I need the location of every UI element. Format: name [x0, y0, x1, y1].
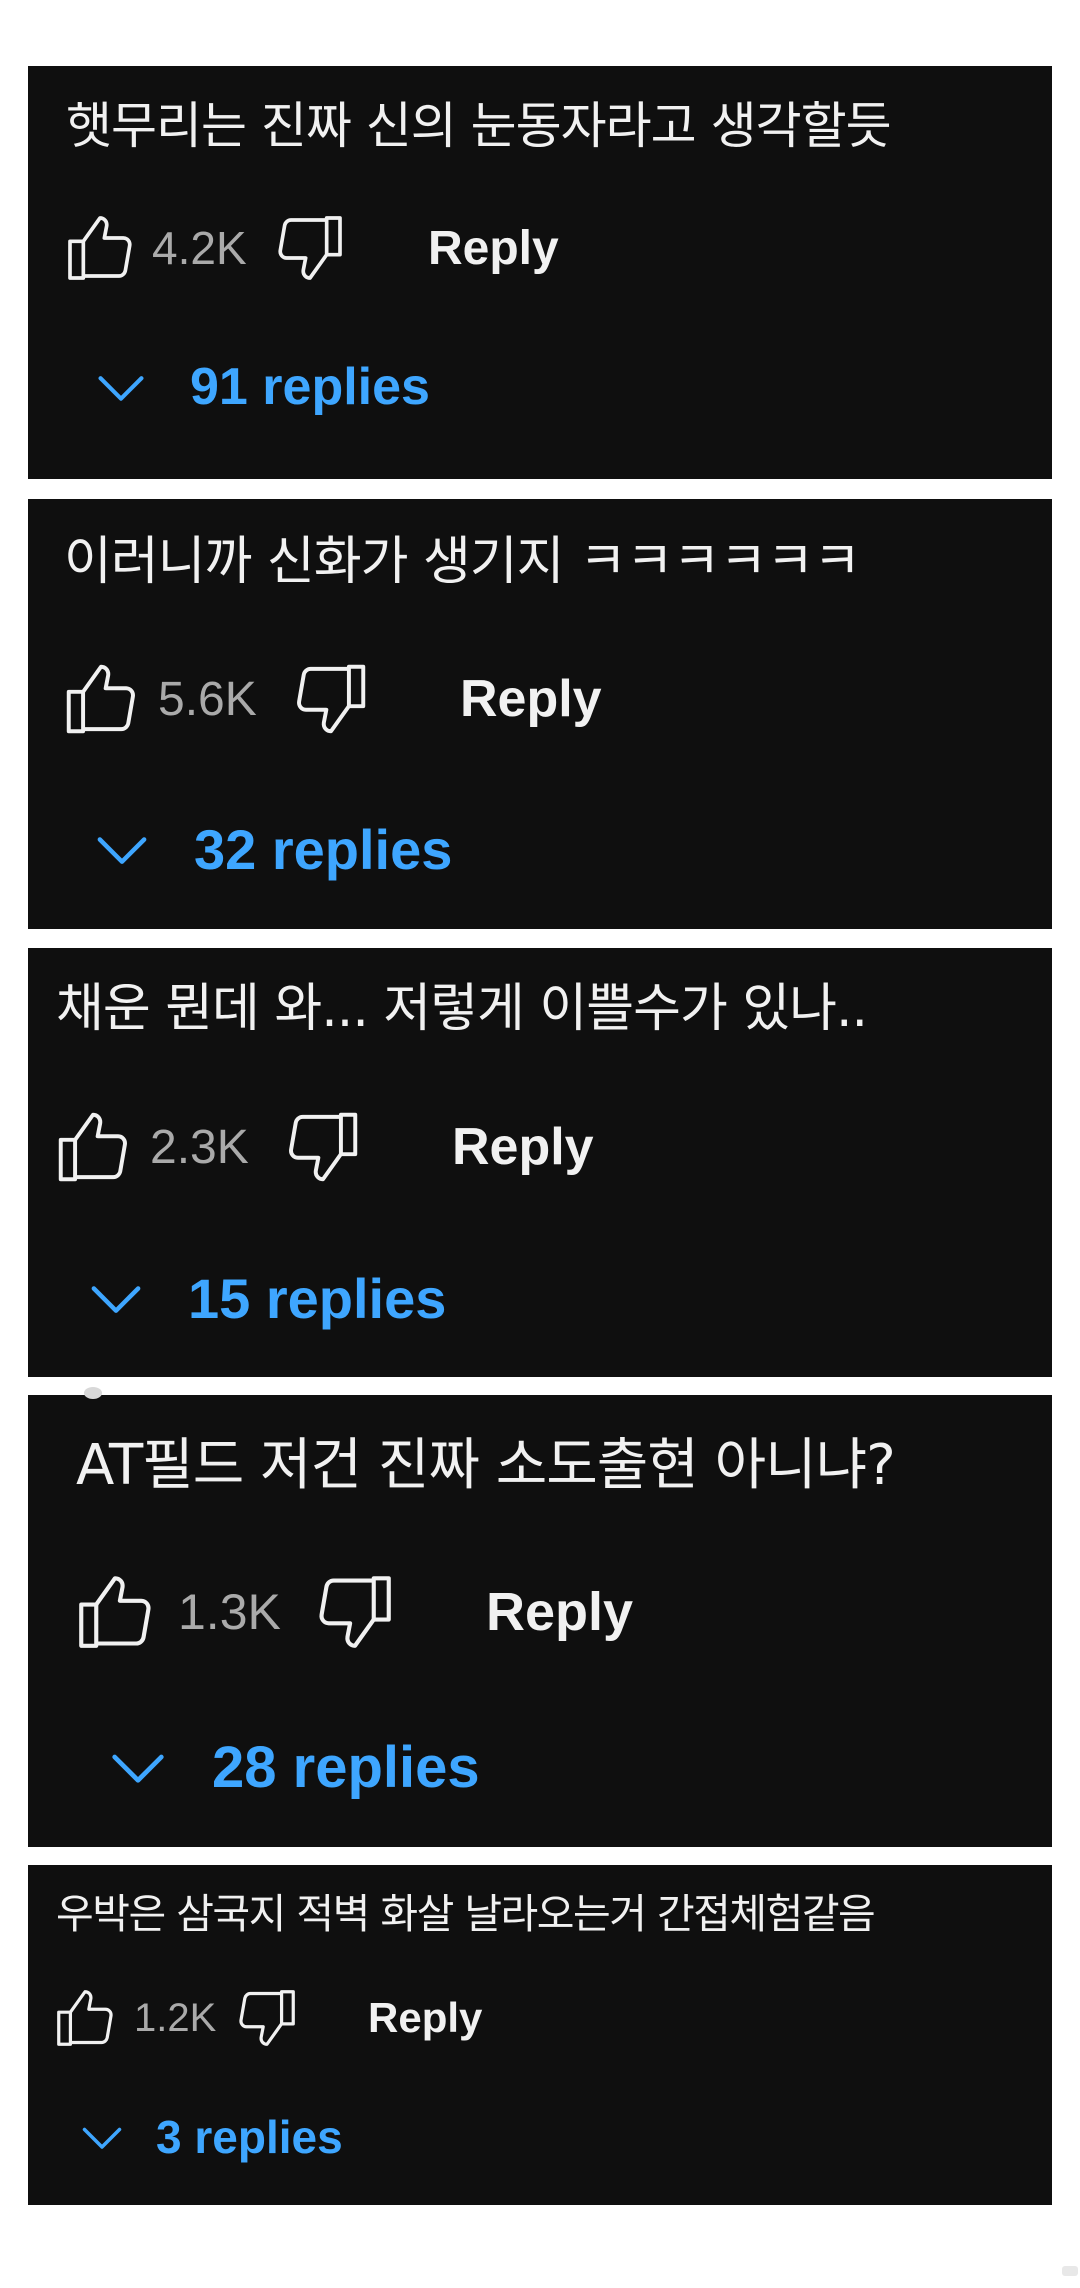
- view-replies-button[interactable]: 3 replies: [72, 2107, 343, 2167]
- chevron-down-icon: [98, 1727, 178, 1807]
- like-count: 5.6K: [158, 672, 257, 726]
- comment-actions: 4.2K Reply: [60, 208, 559, 288]
- reply-button[interactable]: Reply: [486, 1581, 633, 1643]
- comment-card: 우박은 삼국지 적벽 화살 날라오는거 간접체험같음 1.2K Reply 3 …: [28, 1865, 1052, 2205]
- reply-button[interactable]: Reply: [428, 221, 559, 276]
- reply-button[interactable]: Reply: [368, 1994, 482, 2042]
- comment-card: 채운 뭔데 와... 저렇게 이쁠수가 있나.. 2.3K Reply 15 r…: [28, 948, 1052, 1377]
- replies-count-label: 3 replies: [156, 2111, 343, 2163]
- thumbs-up-icon[interactable]: [70, 1567, 160, 1657]
- like-count: 4.2K: [152, 222, 247, 274]
- comment-actions: 5.6K Reply: [58, 656, 602, 742]
- replies-count-label: 15 replies: [188, 1266, 447, 1330]
- view-replies-button[interactable]: 32 replies: [84, 811, 452, 887]
- chevron-down-icon: [84, 811, 160, 887]
- comment-text: 채운 뭔데 와... 저렇게 이쁠수가 있나..: [56, 979, 868, 1039]
- reply-button[interactable]: Reply: [460, 669, 602, 729]
- view-replies-button[interactable]: 91 replies: [86, 352, 430, 422]
- decorative-dot: [1062, 2266, 1078, 2276]
- view-replies-button[interactable]: 28 replies: [98, 1727, 480, 1807]
- comment-text: 우박은 삼국지 적벽 화살 날라오는거 간접체험같음: [56, 1890, 876, 1938]
- comment-actions: 1.2K Reply: [50, 1983, 482, 2053]
- thumbs-up-icon[interactable]: [60, 208, 140, 288]
- thumbs-up-icon[interactable]: [50, 1104, 136, 1190]
- thumbs-down-icon[interactable]: [232, 1983, 302, 2053]
- comment-text: 햇무리는 진짜 신의 눈동자라고 생각할듯: [66, 97, 892, 155]
- comment-text: AT필드 저건 진짜 소도출현 아니냐?: [76, 1433, 896, 1498]
- view-replies-button[interactable]: 15 replies: [78, 1260, 446, 1336]
- comment-text: 이러니까 신화가 생기지 ㅋㅋㅋㅋㅋㅋ: [64, 532, 861, 592]
- comment-card: 이러니까 신화가 생기지 ㅋㅋㅋㅋㅋㅋ 5.6K Reply 32 replie…: [28, 499, 1052, 929]
- like-count: 1.2K: [134, 1995, 217, 2040]
- replies-count-label: 91 replies: [190, 358, 430, 416]
- thumbs-down-icon[interactable]: [288, 656, 374, 742]
- comment-actions: 2.3K Reply: [50, 1104, 594, 1190]
- decorative-dot: [84, 1387, 102, 1399]
- chevron-down-icon: [86, 352, 156, 422]
- chevron-down-icon: [78, 1260, 154, 1336]
- like-count: 2.3K: [150, 1120, 249, 1174]
- comment-card: AT필드 저건 진짜 소도출현 아니냐? 1.3K Reply 28 repli…: [28, 1387, 1052, 1847]
- comment-actions: 1.3K Reply: [70, 1567, 633, 1657]
- chevron-down-icon: [72, 2107, 132, 2167]
- thumbs-up-icon[interactable]: [50, 1983, 120, 2053]
- thumbs-down-icon[interactable]: [270, 208, 350, 288]
- replies-count-label: 32 replies: [194, 817, 453, 881]
- reply-button[interactable]: Reply: [452, 1117, 594, 1177]
- thumbs-down-icon[interactable]: [310, 1567, 400, 1657]
- thumbs-down-icon[interactable]: [280, 1104, 366, 1190]
- thumbs-up-icon[interactable]: [58, 656, 144, 742]
- like-count: 1.3K: [178, 1584, 281, 1640]
- replies-count-label: 28 replies: [212, 1734, 480, 1800]
- comment-card: 햇무리는 진짜 신의 눈동자라고 생각할듯 4.2K Reply 91 repl…: [28, 66, 1052, 479]
